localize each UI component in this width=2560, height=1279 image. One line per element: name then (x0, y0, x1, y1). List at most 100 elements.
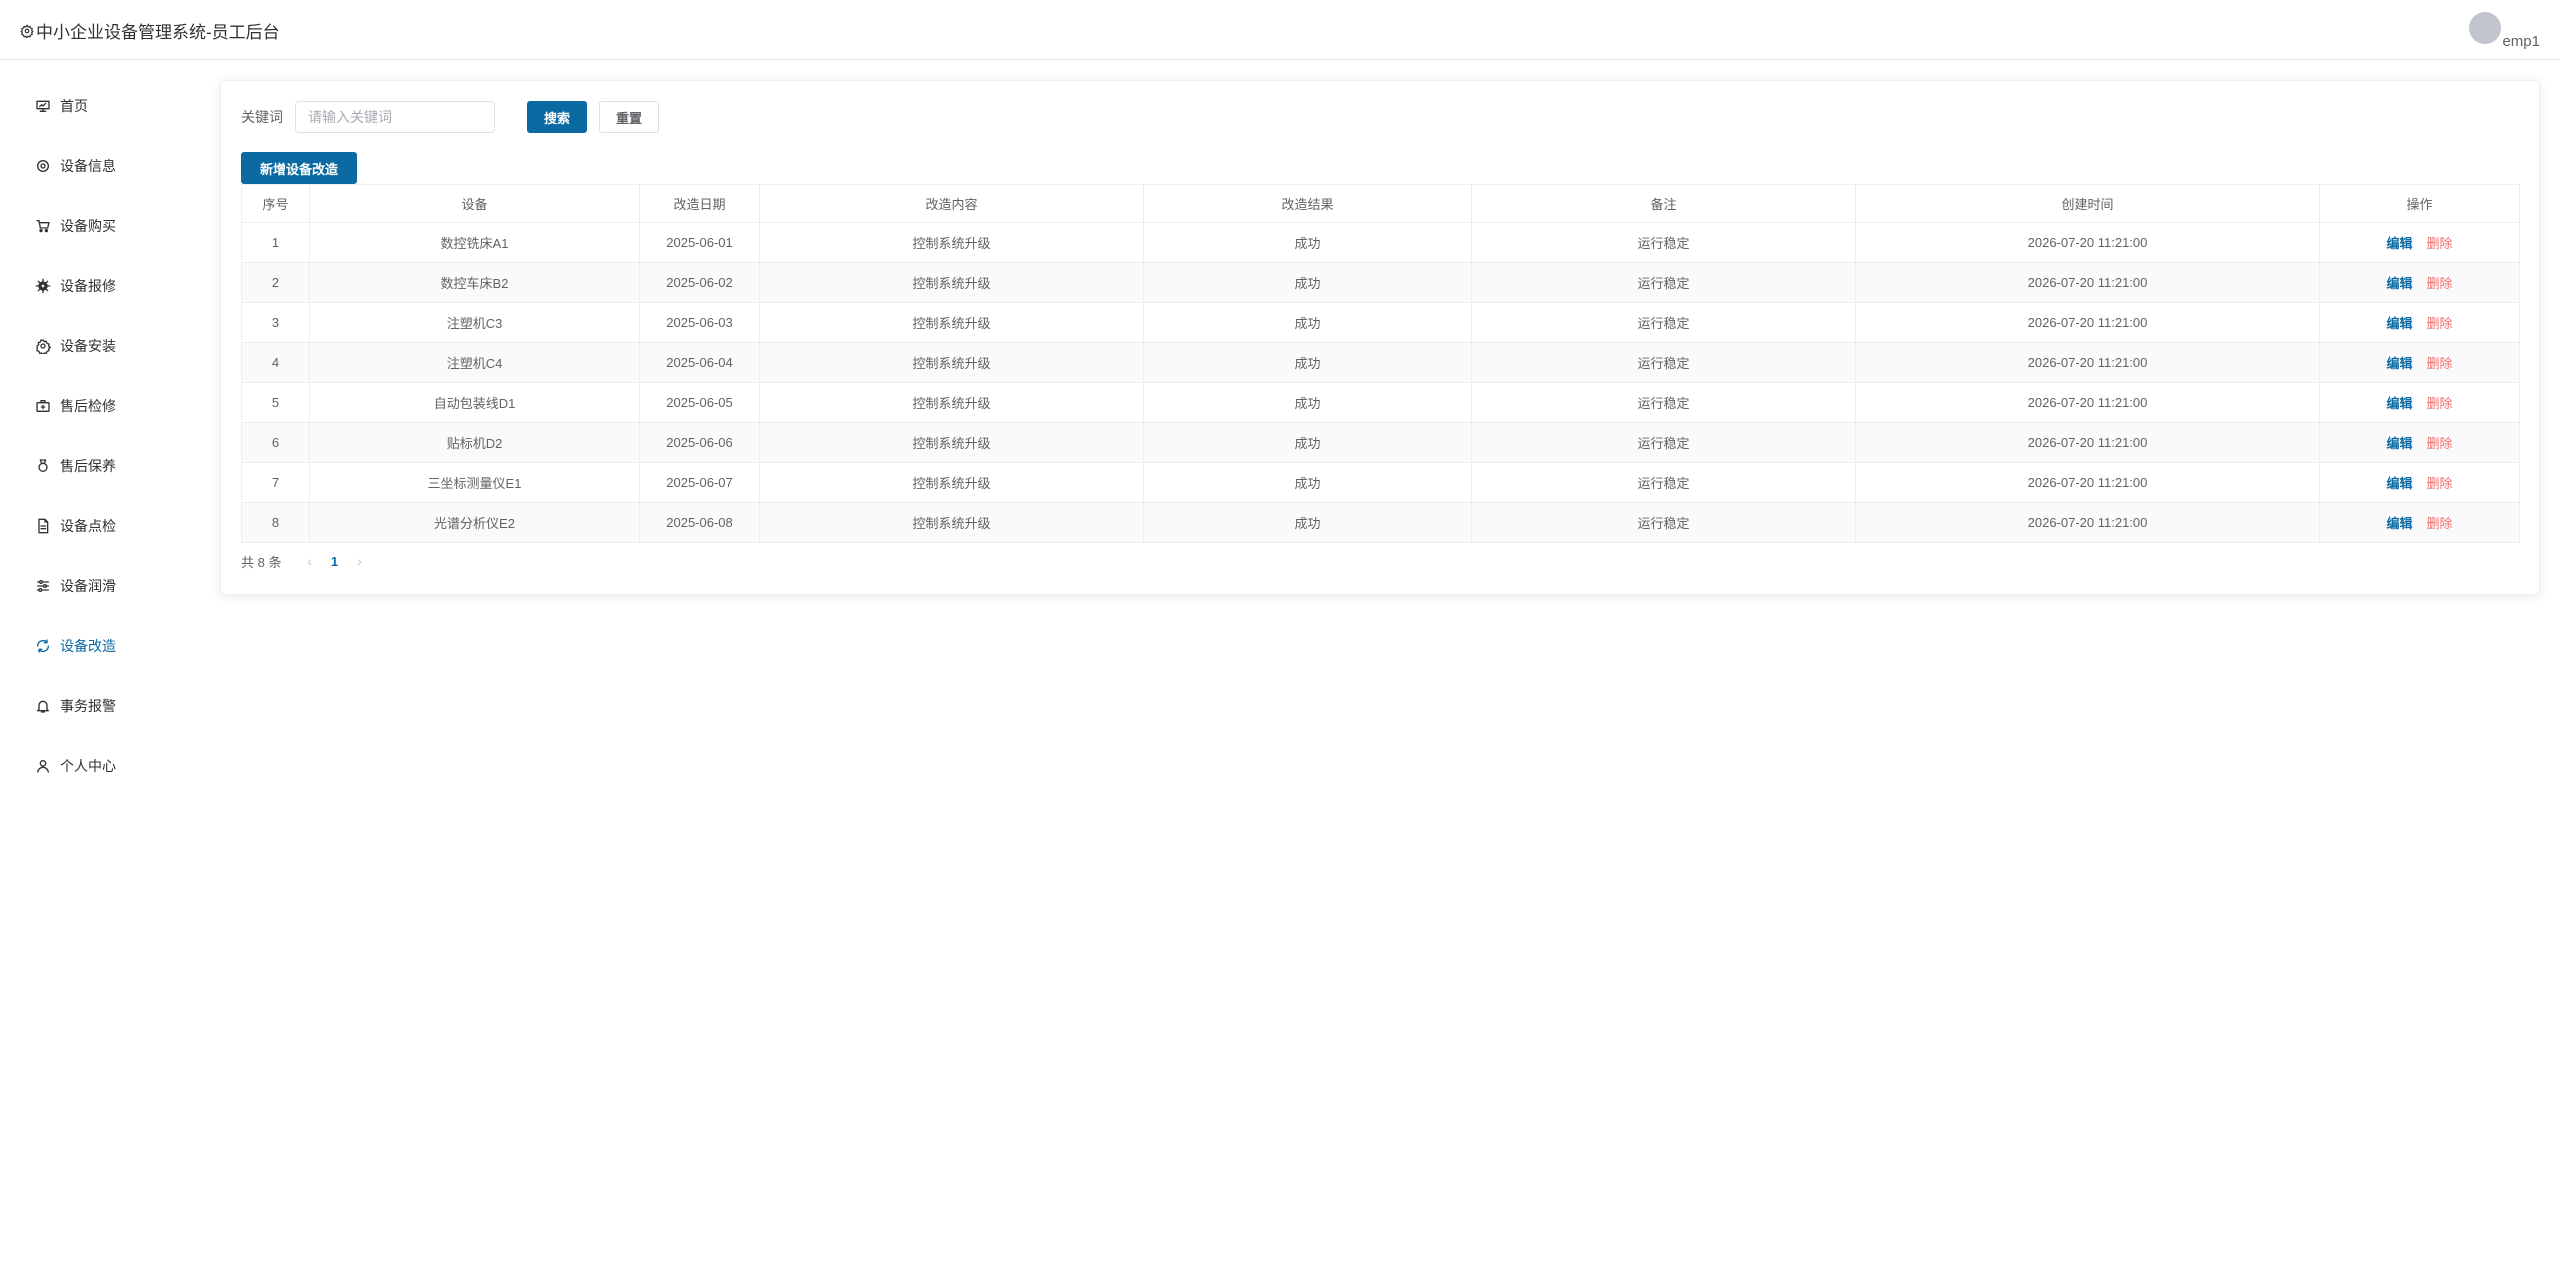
table-cell: 注塑机C3 (309, 302, 640, 343)
table-cell: 2026-07-20 11:21:00 (1855, 342, 2320, 383)
pagination: 共 8 条 ‹ 1 › (241, 549, 369, 573)
sidebar-item-label: 首页 (60, 98, 88, 114)
refresh-icon (34, 637, 52, 655)
sidebar-item-profile[interactable]: 个人中心 (34, 751, 116, 781)
username[interactable]: emp1 (2502, 33, 2540, 50)
sidebar-item-purchase[interactable]: 设备购买 (34, 211, 116, 241)
sidebar-item-label: 设备安装 (60, 338, 116, 354)
actions-cell: 编辑 删除 (2319, 422, 2520, 463)
delete-button[interactable]: 删除 (2427, 276, 2453, 291)
search-button[interactable]: 搜索 (527, 101, 587, 133)
table-row: 5 自动包装线D1 2025-06-05 控制系统升级 成功 运行稳定 2026-07-20… (241, 382, 2520, 423)
edit-button[interactable]: 编辑 (2386, 476, 2412, 491)
actions-cell: 编辑 删除 (2319, 302, 2520, 343)
table-cell: 控制系统升级 (759, 502, 1144, 543)
table-cell: 2025-06-08 (639, 502, 760, 543)
top-header: 中小企业设备管理系统-员工后台 emp1 (0, 0, 2560, 60)
table-cell: 光谱分析仪E2 (309, 502, 640, 543)
sidebar-item-home[interactable]: 首页 (34, 91, 88, 121)
sidebar-item-maintenance[interactable]: 售后保养 (34, 451, 116, 481)
pagination-total: 共 8 条 (241, 554, 282, 570)
table-cell: 控制系统升级 (759, 382, 1144, 423)
delete-button[interactable]: 删除 (2427, 516, 2453, 531)
sidebar-item-inspection[interactable]: 设备点检 (34, 511, 116, 541)
table-cell: 3 (241, 302, 310, 343)
table-cell: 控制系统升级 (759, 222, 1144, 263)
sidebar-item-label: 售后保养 (60, 458, 116, 474)
table-cell: 注塑机C4 (309, 342, 640, 383)
sidebar-item-label: 设备改造 (60, 638, 116, 654)
sidebar-item-label: 设备报修 (60, 278, 116, 294)
table-cell: 8 (241, 502, 310, 543)
column-header: 改造日期 (639, 184, 760, 223)
table-cell: 运行稳定 (1471, 222, 1856, 263)
reset-button[interactable]: 重置 (599, 101, 659, 133)
delete-button[interactable]: 删除 (2427, 236, 2453, 251)
edit-button[interactable]: 编辑 (2386, 436, 2412, 451)
table-cell: 自动包装线D1 (309, 382, 640, 423)
sidebar-item-aftersale-repair[interactable]: 售后检修 (34, 391, 116, 421)
edit-button[interactable]: 编辑 (2386, 316, 2412, 331)
sidebar-item-repair[interactable]: 设备报修 (34, 271, 116, 301)
app-title: 中小企业设备管理系统-员工后台 (20, 18, 280, 43)
table-cell: 数控车床B2 (309, 262, 640, 303)
table-cell: 控制系统升级 (759, 462, 1144, 503)
sidebar-item-alarm[interactable]: 事务报警 (34, 691, 116, 721)
medal-icon (34, 457, 52, 475)
table-cell: 1 (241, 222, 310, 263)
delete-button[interactable]: 删除 (2427, 476, 2453, 491)
table-cell: 运行稳定 (1471, 382, 1856, 423)
app-title-text: 中小企业设备管理系统-员工后台 (36, 23, 280, 42)
column-header: 创建时间 (1855, 184, 2320, 223)
table-cell: 运行稳定 (1471, 502, 1856, 543)
table-cell: 成功 (1143, 262, 1472, 303)
table-cell: 2026-07-20 11:21:00 (1855, 382, 2320, 423)
table-cell: 成功 (1143, 382, 1472, 423)
delete-button[interactable]: 删除 (2427, 436, 2453, 451)
add-renovation-button[interactable]: 新增设备改造 (241, 152, 357, 184)
table-cell: 成功 (1143, 302, 1472, 343)
table-cell: 2025-06-01 (639, 222, 760, 263)
table-cell: 成功 (1143, 502, 1472, 543)
edit-button[interactable]: 编辑 (2386, 516, 2412, 531)
table-cell: 成功 (1143, 222, 1472, 263)
table-cell: 2026-07-20 11:21:00 (1855, 462, 2320, 503)
actions-cell: 编辑 删除 (2319, 382, 2520, 423)
keyword-input[interactable] (295, 101, 495, 133)
prev-page-icon[interactable]: ‹ (299, 553, 319, 569)
table-cell: 运行稳定 (1471, 342, 1856, 383)
sidebar-item-lubrication[interactable]: 设备润滑 (34, 571, 116, 601)
gear-icon (20, 23, 34, 38)
document-icon (34, 517, 52, 535)
delete-button[interactable]: 删除 (2427, 316, 2453, 331)
sidebar-item-label: 设备购买 (60, 218, 116, 234)
sidebar-item-install[interactable]: 设备安装 (34, 331, 116, 361)
delete-button[interactable]: 删除 (2427, 396, 2453, 411)
sidebar-item-info[interactable]: 设备信息 (34, 151, 116, 181)
table-cell: 运行稳定 (1471, 422, 1856, 463)
next-page-icon[interactable]: › (349, 553, 369, 569)
avatar[interactable] (2469, 12, 2502, 44)
table-cell: 2026-07-20 11:21:00 (1855, 502, 2320, 543)
table-cell: 6 (241, 422, 310, 463)
edit-button[interactable]: 编辑 (2386, 356, 2412, 371)
page-number[interactable]: 1 (319, 554, 349, 569)
edit-button[interactable]: 编辑 (2386, 236, 2412, 251)
table-cell: 2026-07-20 11:21:00 (1855, 222, 2320, 263)
edit-button[interactable]: 编辑 (2386, 276, 2412, 291)
actions-cell: 编辑 删除 (2319, 462, 2520, 503)
column-header: 改造结果 (1143, 184, 1472, 223)
edit-button[interactable]: 编辑 (2386, 396, 2412, 411)
keyword-label: 关键词 (241, 109, 283, 125)
user-icon (34, 757, 52, 775)
sidebar-item-renovation[interactable]: 设备改造 (34, 631, 116, 661)
delete-button[interactable]: 删除 (2427, 356, 2453, 371)
bell-icon (34, 697, 52, 715)
table-cell: 2026-07-20 11:21:00 (1855, 302, 2320, 343)
column-header: 操作 (2319, 184, 2520, 223)
user-menu[interactable]: emp1 (2469, 12, 2540, 50)
table-cell: 2026-07-20 11:21:00 (1855, 422, 2320, 463)
table-cell: 控制系统升级 (759, 302, 1144, 343)
sidebar-item-label: 设备点检 (60, 518, 116, 534)
sidebar-item-label: 售后检修 (60, 398, 116, 414)
